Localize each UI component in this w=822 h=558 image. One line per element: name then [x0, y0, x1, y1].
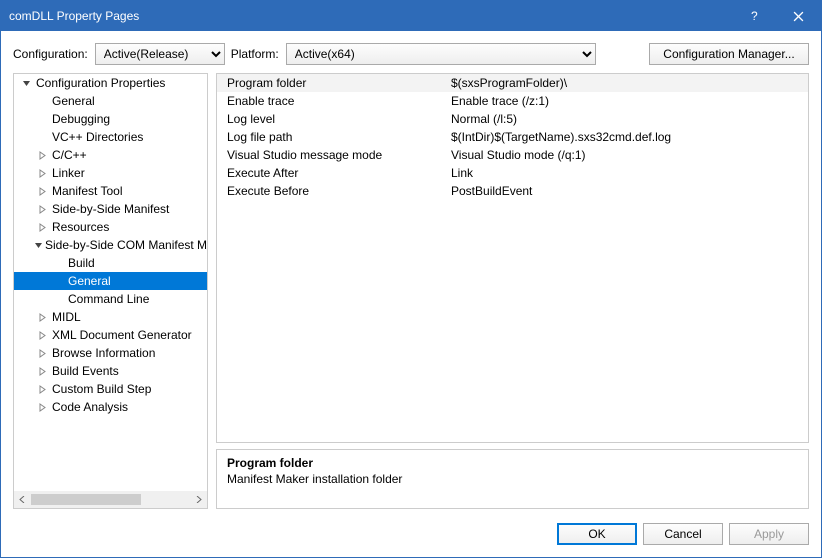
- tree-item[interactable]: C/C++: [14, 146, 207, 164]
- tree-item[interactable]: Build: [14, 254, 207, 272]
- property-value[interactable]: Visual Studio mode (/q:1): [447, 148, 808, 162]
- description-title: Program folder: [227, 456, 798, 470]
- tree-item-label: Resources: [50, 220, 109, 234]
- tree-item[interactable]: Side-by-Side Manifest: [14, 200, 207, 218]
- property-row[interactable]: Log levelNormal (/l:5): [217, 110, 808, 128]
- expander-closed-icon[interactable]: [34, 151, 50, 160]
- help-icon[interactable]: ?: [731, 1, 776, 31]
- tree-item[interactable]: Debugging: [14, 110, 207, 128]
- tree-root[interactable]: Configuration Properties: [14, 74, 207, 92]
- tree-item-label: MIDL: [50, 310, 81, 324]
- tree-item-label: Build: [66, 256, 95, 270]
- property-grid[interactable]: Program folder$(sxsProgramFolder)\Enable…: [216, 73, 809, 443]
- property-name: Log file path: [217, 130, 447, 144]
- platform-label: Platform:: [231, 47, 279, 61]
- property-value[interactable]: $(IntDir)$(TargetName).sxs32cmd.def.log: [447, 130, 808, 144]
- expander-open-icon[interactable]: [18, 79, 34, 88]
- tree-item[interactable]: Linker: [14, 164, 207, 182]
- horizontal-scrollbar[interactable]: [14, 491, 207, 508]
- description-pane: Program folder Manifest Maker installati…: [216, 449, 809, 509]
- property-row[interactable]: Execute AfterLink: [217, 164, 808, 182]
- tree-item[interactable]: MIDL: [14, 308, 207, 326]
- tree-item-label: C/C++: [50, 148, 87, 162]
- tree-item[interactable]: General: [14, 272, 207, 290]
- tree-item[interactable]: Browse Information: [14, 344, 207, 362]
- property-name: Program folder: [217, 76, 447, 90]
- tree-item-label: VC++ Directories: [50, 130, 143, 144]
- tree-item-label: Manifest Tool: [50, 184, 122, 198]
- property-row[interactable]: Log file path$(IntDir)$(TargetName).sxs3…: [217, 128, 808, 146]
- property-value[interactable]: Enable trace (/z:1): [447, 94, 808, 108]
- configuration-bar: Configuration: Active(Release) Platform:…: [1, 31, 821, 73]
- tree-item[interactable]: Command Line: [14, 290, 207, 308]
- tree-item[interactable]: Manifest Tool: [14, 182, 207, 200]
- tree-item-label: Side-by-Side Manifest: [50, 202, 169, 216]
- tree-item-label: Browse Information: [50, 346, 155, 360]
- scroll-left-icon[interactable]: [14, 491, 31, 508]
- expander-closed-icon[interactable]: [34, 205, 50, 214]
- tree-item[interactable]: VC++ Directories: [14, 128, 207, 146]
- tree-item[interactable]: XML Document Generator: [14, 326, 207, 344]
- expander-closed-icon[interactable]: [34, 367, 50, 376]
- property-value[interactable]: Link: [447, 166, 808, 180]
- configuration-label: Configuration:: [13, 47, 88, 61]
- tree-item-label: Command Line: [66, 292, 149, 306]
- expander-closed-icon[interactable]: [34, 385, 50, 394]
- configuration-manager-button[interactable]: Configuration Manager...: [649, 43, 809, 65]
- apply-button[interactable]: Apply: [729, 523, 809, 545]
- expander-closed-icon[interactable]: [34, 403, 50, 412]
- close-icon[interactable]: [776, 1, 821, 31]
- expander-closed-icon[interactable]: [34, 349, 50, 358]
- platform-select[interactable]: Active(x64): [286, 43, 596, 65]
- property-row[interactable]: Visual Studio message modeVisual Studio …: [217, 146, 808, 164]
- tree-item-label: Build Events: [50, 364, 119, 378]
- tree-item[interactable]: Side-by-Side COM Manifest Maker: [14, 236, 207, 254]
- property-value[interactable]: PostBuildEvent: [447, 184, 808, 198]
- expander-closed-icon[interactable]: [34, 313, 50, 322]
- property-name: Log level: [217, 112, 447, 126]
- configuration-select[interactable]: Active(Release): [95, 43, 225, 65]
- tree-item[interactable]: Custom Build Step: [14, 380, 207, 398]
- property-row[interactable]: Program folder$(sxsProgramFolder)\: [217, 74, 808, 92]
- tree-item[interactable]: Build Events: [14, 362, 207, 380]
- tree-item-label: XML Document Generator: [50, 328, 192, 342]
- property-value[interactable]: $(sxsProgramFolder)\: [447, 76, 808, 90]
- property-name: Execute After: [217, 166, 447, 180]
- scrollbar-thumb[interactable]: [31, 494, 141, 505]
- tree-item-label: General: [66, 274, 111, 288]
- window-title: comDLL Property Pages: [9, 9, 731, 23]
- expander-closed-icon[interactable]: [34, 169, 50, 178]
- property-row[interactable]: Enable traceEnable trace (/z:1): [217, 92, 808, 110]
- titlebar: comDLL Property Pages ?: [1, 1, 821, 31]
- tree-item[interactable]: General: [14, 92, 207, 110]
- tree-item-label: Side-by-Side COM Manifest Maker: [43, 238, 207, 252]
- description-text: Manifest Maker installation folder: [227, 472, 798, 486]
- tree-item-label: Debugging: [50, 112, 110, 126]
- dialog-buttons: OK Cancel Apply: [1, 517, 821, 557]
- tree-item[interactable]: Resources: [14, 218, 207, 236]
- property-name: Enable trace: [217, 94, 447, 108]
- expander-open-icon[interactable]: [34, 241, 43, 250]
- svg-text:?: ?: [751, 10, 758, 22]
- property-name: Execute Before: [217, 184, 447, 198]
- tree-item-label: General: [50, 94, 95, 108]
- expander-closed-icon[interactable]: [34, 223, 50, 232]
- tree-item-label: Custom Build Step: [50, 382, 151, 396]
- expander-closed-icon[interactable]: [34, 187, 50, 196]
- ok-button[interactable]: OK: [557, 523, 637, 545]
- tree-item[interactable]: Code Analysis: [14, 398, 207, 416]
- property-row[interactable]: Execute BeforePostBuildEvent: [217, 182, 808, 200]
- tree-item-label: Linker: [50, 166, 85, 180]
- tree-item-label: Code Analysis: [50, 400, 128, 414]
- expander-closed-icon[interactable]: [34, 331, 50, 340]
- property-value[interactable]: Normal (/l:5): [447, 112, 808, 126]
- categories-tree[interactable]: Configuration Properties General Debugging…: [13, 73, 208, 509]
- cancel-button[interactable]: Cancel: [643, 523, 723, 545]
- scroll-right-icon[interactable]: [190, 491, 207, 508]
- property-name: Visual Studio message mode: [217, 148, 447, 162]
